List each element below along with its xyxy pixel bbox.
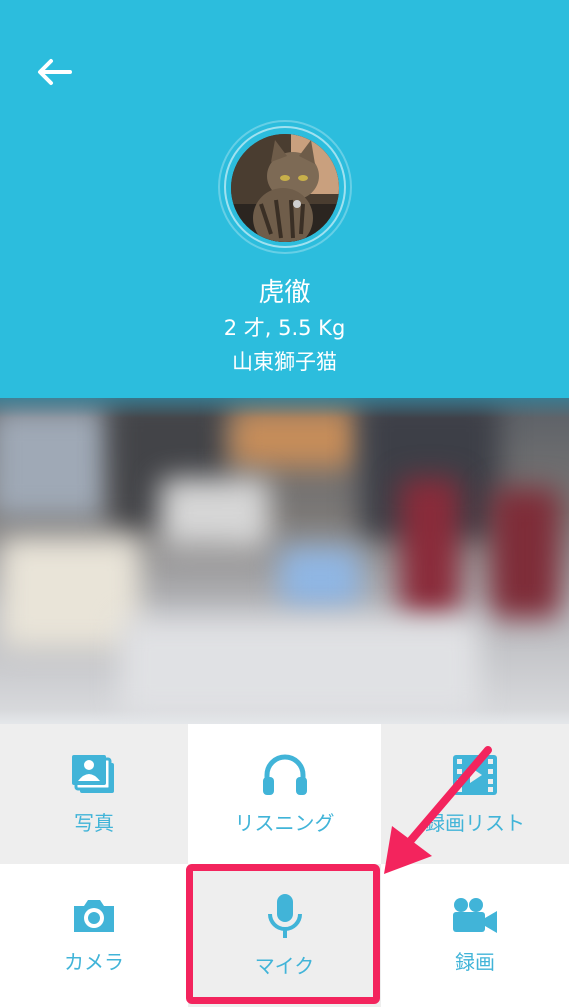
microphone-label: マイク: [254, 954, 315, 978]
feed-blur: [0, 538, 140, 648]
record-button[interactable]: 録画: [381, 864, 569, 1007]
photos-label: 写真: [74, 810, 114, 835]
feed-blur: [280, 548, 360, 608]
camera-label: カメラ: [64, 950, 124, 974]
camera-button[interactable]: カメラ: [0, 864, 188, 1007]
photos-icon: [72, 754, 114, 793]
live-camera-feed[interactable]: [0, 398, 569, 724]
camera-icon: [74, 900, 114, 932]
back-button[interactable]: [30, 52, 78, 92]
feed-blur: [120, 618, 480, 718]
pet-breed: 山東獅子猫: [232, 350, 337, 374]
feed-blur: [160, 478, 270, 548]
listening-label: リスニング: [234, 810, 335, 835]
microphone-button[interactable]: マイク: [188, 864, 381, 1007]
pet-age-weight: 2 才, 5.5 Kg: [223, 316, 346, 340]
pet-avatar[interactable]: [231, 134, 339, 242]
cat-photo: [231, 134, 339, 242]
feed-blur: [490, 488, 560, 618]
pet-name: 虎徹: [258, 278, 311, 308]
feed-blur: [0, 408, 110, 518]
feed-top-shadow: [0, 398, 569, 418]
feed-blur: [400, 478, 460, 618]
arrow-left-icon: [38, 59, 72, 85]
feed-bottom-fade: [0, 710, 569, 724]
headphones-icon: [262, 754, 307, 795]
record-label: 録画: [455, 950, 495, 974]
pointer-arrow-icon: [384, 746, 492, 874]
microphone-icon: [267, 894, 302, 938]
pet-profile-header: 虎徹 2 才, 5.5 Kg 山東獅子猫: [0, 0, 569, 398]
listening-button[interactable]: リスニング: [188, 724, 381, 864]
video-camera-icon: [453, 898, 497, 933]
photos-button[interactable]: 写真: [0, 724, 188, 864]
